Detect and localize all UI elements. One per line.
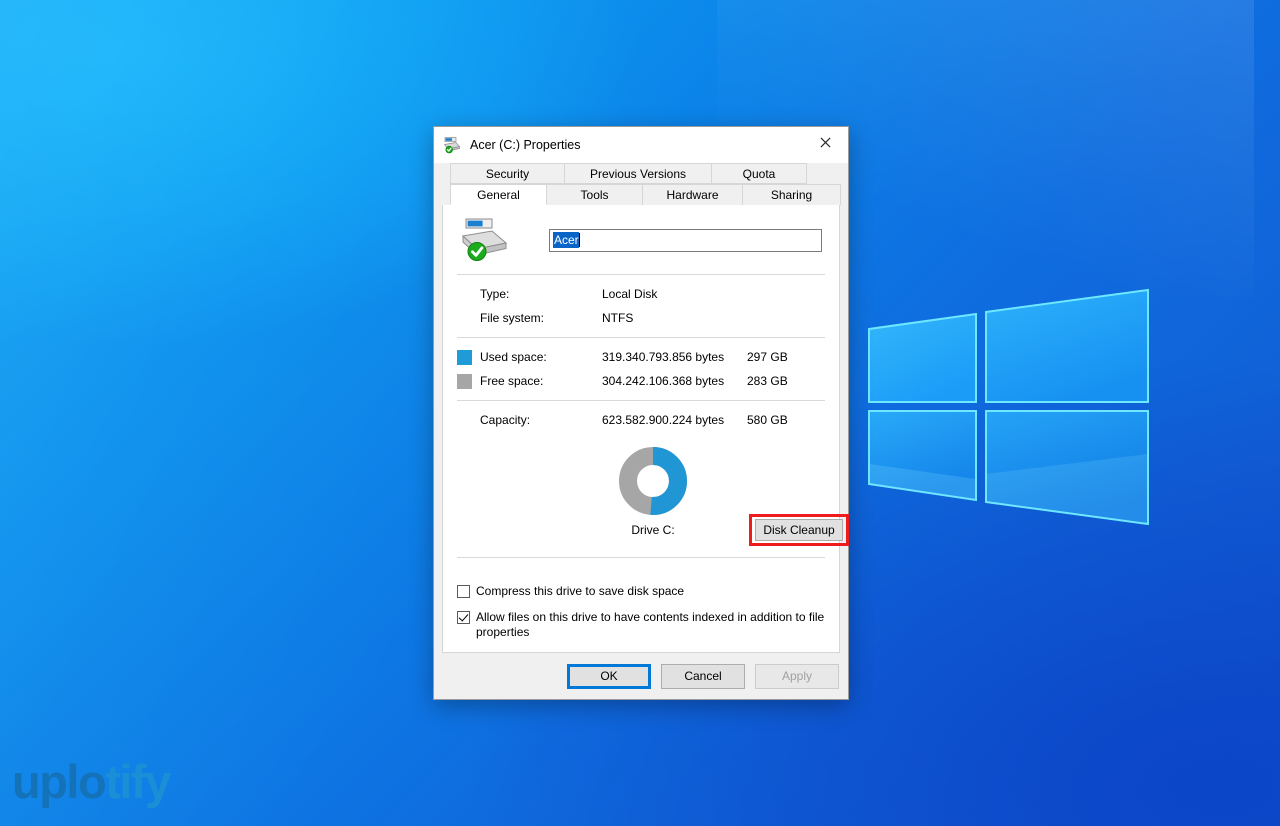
tab-security-label: Security — [485, 166, 530, 181]
windows-logo-icon — [866, 274, 1152, 594]
drive-properties-dialog: Acer (C:) Properties Security Previous V… — [433, 126, 849, 700]
cancel-button-label: Cancel — [684, 669, 722, 683]
volume-label-value: Acer — [553, 232, 579, 248]
apply-button-label: Apply — [781, 669, 813, 683]
tab-quota-label: Quota — [742, 166, 776, 181]
free-space-row: Free space: 304.242.106.368 bytes 283 GB — [457, 369, 825, 393]
tab-general-label: General — [477, 187, 520, 202]
tab-previous-versions[interactable]: Previous Versions — [564, 163, 712, 184]
capacity-row: Capacity: 623.582.900.224 bytes 580 GB — [457, 408, 825, 432]
tab-tools-label: Tools — [580, 188, 609, 202]
drive-info-block: Type: Local Disk File system: NTFS — [457, 275, 825, 337]
text-caret — [578, 233, 580, 247]
used-space-gb: 297 GB — [747, 350, 788, 364]
type-label: Type: — [480, 287, 510, 301]
capacity-block: Capacity: 623.582.900.224 bytes 580 GB — [457, 401, 825, 439]
tab-hardware[interactable]: Hardware — [642, 184, 743, 205]
used-space-bytes: 319.340.793.856 bytes — [602, 350, 725, 364]
tab-security[interactable]: Security — [450, 163, 565, 184]
filesystem-row: File system: NTFS — [457, 306, 825, 330]
general-tab-panel: Acer Type: Local Disk File system: NTFS … — [442, 205, 849, 653]
tab-sharing[interactable]: Sharing — [742, 184, 841, 205]
ok-button-label: OK — [600, 669, 618, 683]
free-space-gb: 283 GB — [747, 374, 788, 388]
space-usage-block: Used space: 319.340.793.856 bytes 297 GB… — [457, 338, 825, 400]
compress-drive-label: Compress this drive to save disk space — [476, 584, 685, 598]
cancel-button[interactable]: Cancel — [661, 663, 745, 689]
tab-hardware-label: Hardware — [666, 188, 719, 202]
hard-drive-icon — [459, 217, 511, 263]
free-space-label: Free space: — [480, 374, 544, 388]
tab-strip: Security Previous Versions Quota General… — [434, 163, 848, 205]
tab-row-top: Security Previous Versions Quota — [442, 163, 840, 184]
filesystem-value: NTFS — [602, 311, 634, 325]
apply-button: Apply — [755, 663, 839, 689]
free-space-swatch — [457, 373, 472, 389]
uplotify-watermark: uplotify — [12, 755, 171, 808]
free-space-bytes: 304.242.106.368 bytes — [602, 374, 725, 388]
filesystem-label: File system: — [480, 311, 545, 325]
disk-usage-chart-area: Drive C: Disk Cleanup — [457, 439, 849, 557]
dialog-titlebar[interactable]: Acer (C:) Properties — [434, 127, 848, 163]
capacity-label: Capacity: — [480, 413, 531, 427]
watermark-text-primary: uplo — [12, 755, 107, 808]
tab-previous-versions-label: Previous Versions — [589, 166, 687, 181]
volume-label-row: Acer — [457, 205, 825, 274]
volume-label-input[interactable]: Acer — [549, 228, 822, 252]
type-value: Local Disk — [602, 287, 658, 301]
tab-tools[interactable]: Tools — [546, 184, 644, 205]
disk-cleanup-button[interactable]: Disk Cleanup — [755, 519, 843, 541]
used-space-swatch — [457, 349, 472, 365]
capacity-bytes: 623.582.900.224 bytes — [602, 413, 725, 427]
dialog-title: Acer (C:) Properties — [470, 138, 581, 152]
drive-icon — [443, 136, 461, 154]
tab-row-bottom: General Tools Hardware Sharing — [442, 184, 841, 205]
disk-cleanup-button-label: Disk Cleanup — [763, 523, 835, 537]
drive-caption: Drive C: — [631, 523, 675, 537]
disk-usage-donut-chart — [618, 446, 688, 516]
used-space-row: Used space: 319.340.793.856 bytes 297 GB — [457, 345, 825, 369]
ok-button[interactable]: OK — [567, 663, 651, 689]
tab-general[interactable]: General — [450, 184, 548, 205]
drive-options-block: Compress this drive to save disk space A… — [457, 558, 825, 640]
tab-sharing-label: Sharing — [770, 188, 813, 202]
compress-drive-checkbox[interactable] — [457, 585, 470, 598]
type-row: Type: Local Disk — [457, 282, 825, 306]
disk-cleanup-highlight-box: Disk Cleanup — [749, 514, 849, 546]
used-space-label: Used space: — [480, 350, 547, 364]
compress-drive-row[interactable]: Compress this drive to save disk space — [457, 584, 825, 599]
index-contents-checkbox[interactable] — [457, 611, 470, 624]
capacity-gb: 580 GB — [747, 413, 788, 427]
index-contents-label: Allow files on this drive to have conten… — [476, 610, 825, 639]
index-contents-row[interactable]: Allow files on this drive to have conten… — [457, 610, 825, 640]
watermark-text-secondary: tify — [105, 755, 171, 808]
dialog-footer: OK Cancel Apply — [434, 653, 848, 699]
close-icon[interactable] — [803, 127, 848, 158]
tab-quota[interactable]: Quota — [711, 163, 807, 184]
